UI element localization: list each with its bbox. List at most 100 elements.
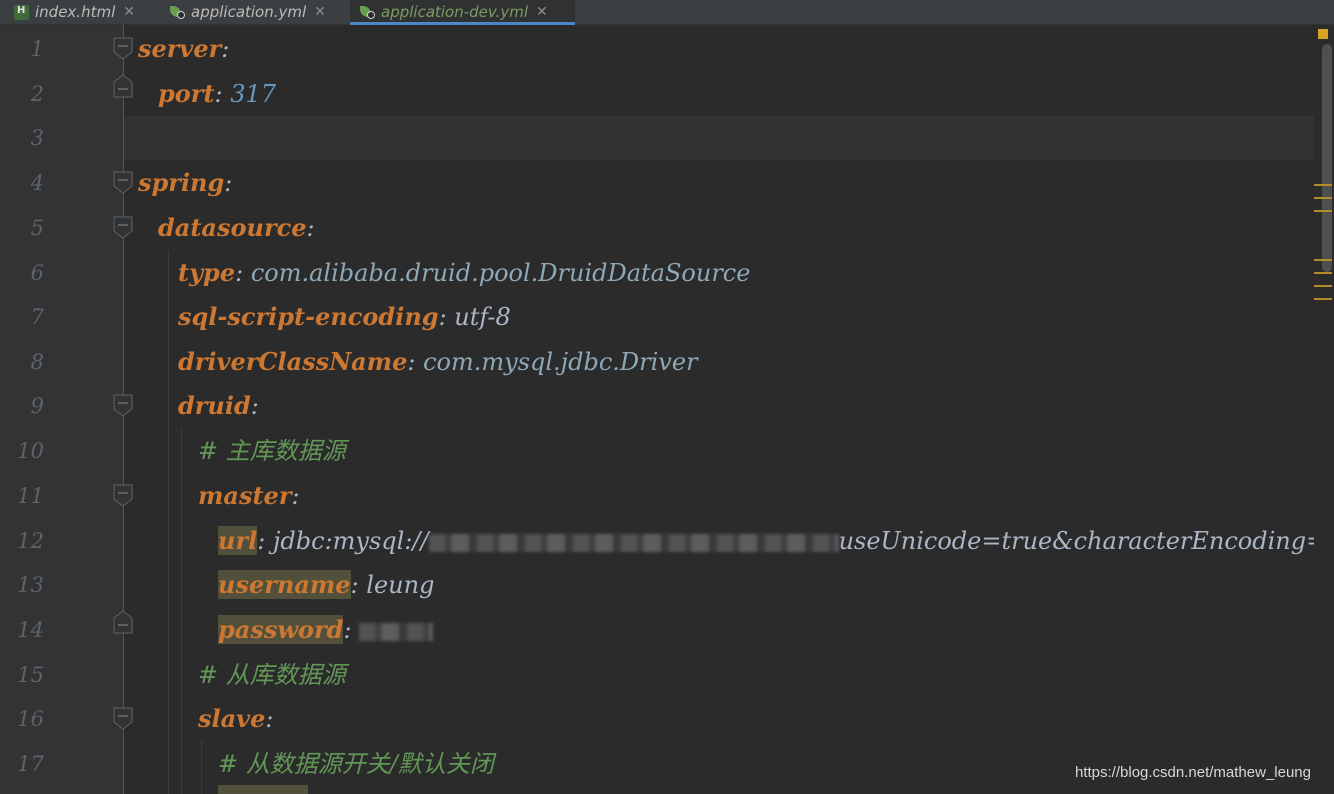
yaml-colon: : [250,392,259,420]
tab-label: application.yml [191,3,307,21]
tab-application-yml[interactable]: application.yml ✕ [170,0,340,24]
editor-tab-bar: index.html ✕ application.yml ✕ applicati… [0,0,1334,25]
tab-index-html[interactable]: index.html ✕ [14,0,154,24]
yaml-value: jdbc:mysql:// [272,527,429,555]
fold-collapse-icon[interactable] [113,394,133,417]
line-number: 2 [30,82,44,106]
code-line-5[interactable]: datasource: [158,206,315,250]
code-line-8[interactable]: driverClassName: com.mysql.jdbc.Driver [178,340,698,384]
code-line-4[interactable]: spring: [138,161,232,205]
line-number: 17 [17,752,44,776]
close-icon[interactable]: ✕ [314,4,326,20]
yaml-value: 317 [230,80,277,108]
yaml-value: useUnicode=true&characterEncoding=utf8 [838,527,1314,555]
line-number: 4 [30,171,44,195]
code-line-11[interactable]: master: [198,474,300,518]
code-line-2[interactable]: port: 317 [158,72,276,116]
fold-collapse-icon[interactable] [113,216,133,239]
yaml-colon: : [224,169,233,197]
yaml-value: utf-8 [454,303,511,331]
code-line-10[interactable]: # 主库数据源 [198,429,346,473]
yaml-key: sql-script-encoding [178,302,439,331]
line-number: 8 [30,350,44,374]
yaml-colon: : [291,482,300,510]
code-line-6[interactable]: type: com.alibaba.druid.pool.DruidDataSo… [178,251,750,295]
error-stripe-mark[interactable] [1314,197,1332,199]
spring-yml-icon [360,5,375,20]
line-number: 1 [30,37,44,61]
yaml-key: port [158,79,215,108]
yaml-key: type [178,258,236,287]
code-line-7[interactable]: sql-script-encoding: utf-8 [178,295,511,339]
code-line-14[interactable]: password: [218,608,434,652]
yaml-colon: : [214,80,223,108]
yaml-key: datasource [158,213,307,242]
scrollbar-thumb[interactable] [1322,44,1332,272]
yaml-colon: : [407,348,416,376]
code-line-17[interactable]: # 从数据源开关/默认关闭 [218,742,494,786]
code-line-1[interactable]: server: [138,27,229,71]
yaml-colon: : [265,705,274,733]
code-line-16[interactable]: slave: [198,697,274,741]
yaml-colon: : [235,259,244,287]
yaml-colon: : [257,527,266,555]
fold-collapse-icon[interactable] [113,37,133,60]
line-number: 13 [17,573,44,597]
close-icon[interactable]: ✕ [536,4,548,20]
line-number: 5 [30,216,44,240]
fold-end-icon[interactable] [113,74,133,98]
redacted-host [428,533,839,552]
error-stripe-mark[interactable] [1314,259,1332,261]
yaml-colon: : [438,303,447,331]
fold-end-icon[interactable] [113,610,133,634]
error-stripe-mark[interactable] [1314,285,1332,287]
code-line-15[interactable]: # 从库数据源 [198,653,346,697]
close-icon[interactable]: ✕ [123,4,135,20]
yaml-key: druid [178,391,251,420]
yaml-key: driverClassName [178,347,408,376]
error-stripe-mark[interactable] [1314,210,1332,212]
fold-collapse-icon[interactable] [113,171,133,194]
yaml-comment: # 主库数据源 [198,437,346,465]
yaml-key: server [138,34,222,63]
indent-guide [168,250,169,794]
line-number: 14 [17,618,44,642]
fold-collapse-icon[interactable] [113,484,133,507]
line-number: 10 [17,439,44,463]
line-number: 15 [17,663,44,687]
yaml-key: master [198,481,292,510]
caret-line-highlight [124,116,1320,160]
yaml-colon: : [306,214,315,242]
line-number: 9 [30,394,44,418]
yaml-value: com.mysql.jdbc.Driver [423,348,698,376]
yaml-value: leung [366,571,435,599]
error-stripe-mark[interactable] [1314,298,1332,300]
yaml-colon: : [343,616,352,644]
indent-guide [181,428,182,794]
yaml-colon: : [350,571,359,599]
yaml-value: com.alibaba.druid.pool.DruidDataSource [250,259,751,287]
yaml-comment: # 从数据源开关/默认关闭 [218,750,494,778]
line-number: 6 [30,261,44,285]
html-file-icon [14,4,29,20]
line-number: 7 [30,305,44,329]
yaml-key: username [218,570,351,599]
line-number: 3 [30,126,44,150]
tab-label: application-dev.yml [381,3,528,21]
error-stripe-mark[interactable] [1314,272,1332,274]
yaml-key: spring [138,168,225,197]
highlight-fragment [218,785,308,794]
warning-status-icon[interactable] [1318,29,1328,39]
yaml-comment: # 从库数据源 [198,661,346,689]
yaml-key: password [218,615,344,644]
code-line-13[interactable]: username: leung [218,563,434,607]
error-stripe-mark[interactable] [1314,184,1332,186]
indent-guide [201,740,202,794]
code-line-12[interactable]: url: jdbc:mysql:// useUnicode=true&charac… [218,519,1314,563]
line-number: 11 [17,484,44,508]
fold-collapse-icon[interactable] [113,707,133,730]
code-line-9[interactable]: druid: [178,384,259,428]
watermark: https://blog.csdn.net/mathew_leung [1075,764,1311,781]
spring-yml-icon [170,5,185,20]
tab-application-dev-yml[interactable]: application-dev.yml ✕ [350,0,575,25]
